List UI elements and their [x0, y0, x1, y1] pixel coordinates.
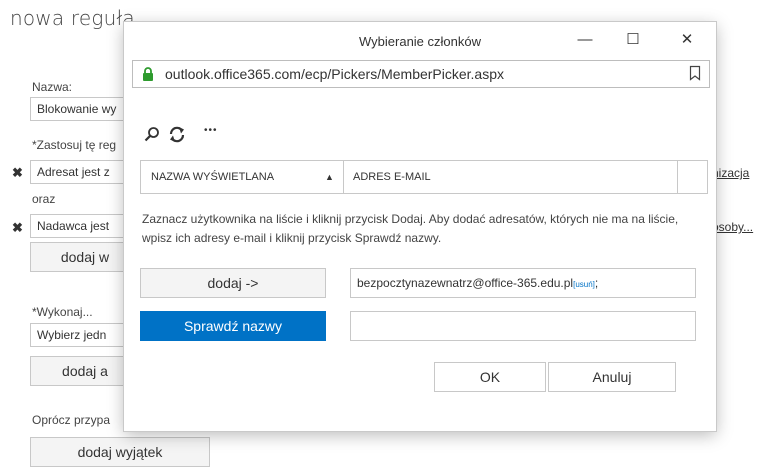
additional-recipients-field[interactable] — [350, 311, 696, 341]
minimize-button[interactable]: — — [568, 28, 602, 52]
add-button[interactable]: dodaj -> — [140, 268, 326, 298]
close-button[interactable]: ✕ — [670, 28, 704, 52]
remove-condition-icon[interactable]: ✖ — [12, 165, 23, 181]
member-picker-dialog: Wybieranie członków — ☐ ✕ outlook.office… — [124, 22, 716, 431]
help-text: Zaznacz użytkownika na liście i kliknij … — [142, 212, 679, 245]
name-label: Nazwa: — [32, 80, 73, 94]
recipient-address: bezpocztynazewnatrz@office-365.edu.pl — [357, 276, 574, 290]
people-link[interactable]: osoby... — [712, 220, 753, 234]
more-icon[interactable]: ••• — [204, 125, 218, 136]
title-bar: Wybieranie członków — ☐ ✕ — [124, 22, 716, 56]
column-email[interactable]: ADRES E-MAIL — [353, 161, 431, 193]
recipient-separator: ; — [594, 276, 599, 290]
remove-recipient-link[interactable]: [usuń] — [573, 280, 595, 289]
address-bar: outlook.office365.com/ecp/Pickers/Member… — [132, 60, 710, 88]
cancel-button[interactable]: Anuluj — [548, 362, 676, 392]
refresh-icon[interactable] — [168, 126, 186, 143]
url-text[interactable]: outlook.office365.com/ecp/Pickers/Member… — [165, 66, 504, 82]
ok-button[interactable]: OK — [434, 362, 546, 392]
sort-asc-icon[interactable]: ▲ — [325, 161, 334, 193]
column-divider — [343, 161, 344, 193]
and-label: oraz — [32, 192, 56, 206]
apply-rule-label: *Zastosuj tę reg — [32, 138, 117, 152]
search-icon[interactable] — [144, 126, 160, 142]
organization-link[interactable]: nizacja — [712, 166, 749, 180]
recipients-field[interactable]: bezpocztynazewnatrz@office-365.edu.pl[us… — [350, 268, 696, 298]
add-exception-button[interactable]: dodaj wyjątek — [30, 437, 210, 467]
remove-condition-icon[interactable]: ✖ — [12, 220, 23, 236]
except-label: Oprócz przypa — [32, 413, 111, 427]
page-title: nowa reguła — [10, 6, 135, 30]
column-divider — [677, 161, 678, 193]
column-display-name[interactable]: NAZWA WYŚWIETLANA — [151, 161, 274, 193]
check-names-button[interactable]: Sprawdź nazwy — [140, 311, 326, 341]
do-label: *Wykonaj... — [32, 305, 93, 319]
bookmark-icon[interactable] — [689, 65, 701, 81]
maximize-button[interactable]: ☐ — [616, 28, 650, 52]
members-table-header: NAZWA WYŚWIETLANA ▲ ADRES E-MAIL — [140, 160, 708, 194]
lock-icon — [143, 67, 153, 81]
